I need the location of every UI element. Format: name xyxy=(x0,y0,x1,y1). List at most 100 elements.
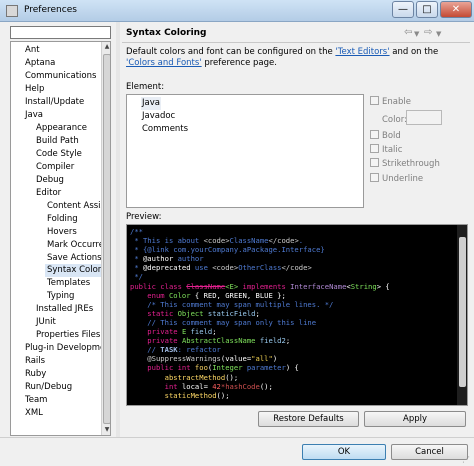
tree-item-label: JUnit xyxy=(36,317,56,328)
code-token: String xyxy=(350,281,377,291)
element-item-comments[interactable]: Comments xyxy=(141,123,189,136)
strikethrough-label: Strikethrough xyxy=(382,159,440,169)
tree-item[interactable]: Build Path xyxy=(11,135,101,148)
code-token: <code> xyxy=(203,236,230,246)
code-token: enum xyxy=(130,290,169,300)
code-token: * This is about xyxy=(130,236,204,246)
tree-item-label: Appearance xyxy=(36,122,88,133)
enable-label: Enable xyxy=(382,97,411,107)
minimize-button[interactable]: — xyxy=(392,1,414,18)
tree-item[interactable]: Save Actions xyxy=(11,252,101,265)
tree-item[interactable]: Properties Files Editor xyxy=(11,329,101,342)
colors-fonts-link[interactable]: 'Colors and Fonts' xyxy=(126,58,202,68)
italic-option[interactable]: Italic xyxy=(370,144,402,155)
strikethrough-checkbox[interactable] xyxy=(370,158,379,167)
tree-item[interactable]: Content Assist xyxy=(11,200,101,213)
code-token: *hashCode xyxy=(220,381,260,391)
bold-option[interactable]: Bold xyxy=(370,130,401,141)
tree-item[interactable]: Typing xyxy=(11,290,101,303)
tree-item[interactable]: Ruby xyxy=(11,368,101,381)
code-token: /** xyxy=(130,227,143,236)
tree-item-label: Typing xyxy=(47,291,75,302)
code-token: */ xyxy=(130,272,143,282)
code-token: public class xyxy=(130,281,187,291)
forward-menu-icon[interactable]: ▼ xyxy=(436,30,441,38)
preview-scrollbar[interactable] xyxy=(457,225,467,405)
code-token: TASK xyxy=(160,345,178,355)
tree-item[interactable]: Aptana xyxy=(11,57,101,70)
tree-item-label: Folding xyxy=(47,213,78,224)
underline-option[interactable]: Underline xyxy=(370,173,423,184)
color-picker-button[interactable] xyxy=(406,110,442,125)
underline-checkbox[interactable] xyxy=(370,173,379,182)
code-token: ; xyxy=(285,336,291,346)
close-button[interactable]: ✕ xyxy=(440,1,472,18)
back-arrow-icon[interactable]: ⇦ xyxy=(404,27,412,38)
italic-checkbox[interactable] xyxy=(370,144,379,153)
code-line: int local= 42*hashCode(); xyxy=(130,382,454,391)
description-text: Default colors and font can be configure… xyxy=(126,47,336,57)
scrollbar-thumb[interactable] xyxy=(103,54,110,424)
tree-item[interactable]: Syntax Coloring xyxy=(11,264,101,278)
element-item-java[interactable]: Java xyxy=(141,97,161,110)
code-token: @deprecated xyxy=(142,263,191,273)
tree-item[interactable]: Code Style xyxy=(11,148,101,161)
tree-item[interactable]: Run/Debug xyxy=(11,381,101,394)
maximize-button[interactable]: □ xyxy=(416,1,438,18)
restore-defaults-button[interactable]: Restore Defaults xyxy=(258,411,359,427)
bold-checkbox[interactable] xyxy=(370,130,379,139)
cancel-button[interactable]: Cancel xyxy=(391,444,468,460)
tree-item[interactable]: Templates xyxy=(11,277,101,290)
tree-item[interactable]: Communications xyxy=(11,70,101,83)
ok-button[interactable]: OK xyxy=(302,444,386,460)
tree-item[interactable]: Installed JREs xyxy=(11,303,101,316)
tree-item[interactable]: Mark Occurrences xyxy=(11,239,101,252)
filter-input[interactable] xyxy=(10,26,111,39)
tree-item-label: Aptana xyxy=(25,57,56,68)
tree-item[interactable]: Team xyxy=(11,394,101,407)
enable-checkbox[interactable] xyxy=(370,96,379,105)
code-line: /** xyxy=(130,227,454,236)
resize-grip-icon[interactable]: ⋰ xyxy=(462,455,470,464)
code-token: ) xyxy=(272,354,278,364)
forward-arrow-icon[interactable]: ⇨ xyxy=(424,27,432,38)
tree-item[interactable]: Appearance xyxy=(11,122,101,135)
code-token: staticField xyxy=(203,308,256,318)
preview-scrollbar-thumb[interactable] xyxy=(459,237,466,387)
tree-item[interactable]: Editor xyxy=(11,187,101,200)
code-token: * {@link com.yourCompany.aPackage.Interf… xyxy=(130,245,325,255)
scroll-up-icon[interactable]: ▲ xyxy=(102,42,110,52)
tree-item-label: XML xyxy=(25,408,43,419)
code-token: field xyxy=(186,327,213,337)
code-token: implements xyxy=(238,281,291,291)
tree-item[interactable]: Folding xyxy=(11,213,101,226)
enable-option[interactable]: Enable xyxy=(370,96,411,107)
tree-item[interactable]: Plug-in Development xyxy=(11,342,101,355)
code-token: AbstractClassName xyxy=(181,336,256,346)
page-title: Syntax Coloring xyxy=(126,28,207,38)
tree-item[interactable]: Hovers xyxy=(11,226,101,239)
code-line: * @author author xyxy=(130,254,454,263)
tree-item[interactable]: Ant xyxy=(11,44,101,57)
tree-item[interactable]: Install/Update xyxy=(11,96,101,109)
code-line: staticMethod(); xyxy=(130,391,454,400)
tree-item[interactable]: Debug xyxy=(11,174,101,187)
tree-item-label: Code Style xyxy=(36,148,82,159)
tree-item-label: Installed JREs xyxy=(36,304,94,315)
tree-item-label: Rails xyxy=(25,356,46,367)
tree-item[interactable]: Rails xyxy=(11,355,101,368)
tree-item[interactable]: JUnit xyxy=(11,316,101,329)
splitter-sash[interactable] xyxy=(116,22,120,437)
tree-item[interactable]: XML xyxy=(11,407,101,420)
code-token: int xyxy=(130,381,182,391)
apply-button[interactable]: Apply xyxy=(364,411,466,427)
tree-scrollbar[interactable]: ▲ ▼ xyxy=(101,42,110,435)
scroll-down-icon[interactable]: ▼ xyxy=(102,425,110,435)
back-menu-icon[interactable]: ▼ xyxy=(414,30,419,38)
element-item-javadoc[interactable]: Javadoc xyxy=(141,110,176,123)
tree-item[interactable]: Compiler xyxy=(11,161,101,174)
strikethrough-option[interactable]: Strikethrough xyxy=(370,158,440,169)
text-editors-link[interactable]: 'Text Editors' xyxy=(335,47,389,57)
tree-item[interactable]: Java xyxy=(11,109,101,122)
tree-item[interactable]: Help xyxy=(11,83,101,96)
